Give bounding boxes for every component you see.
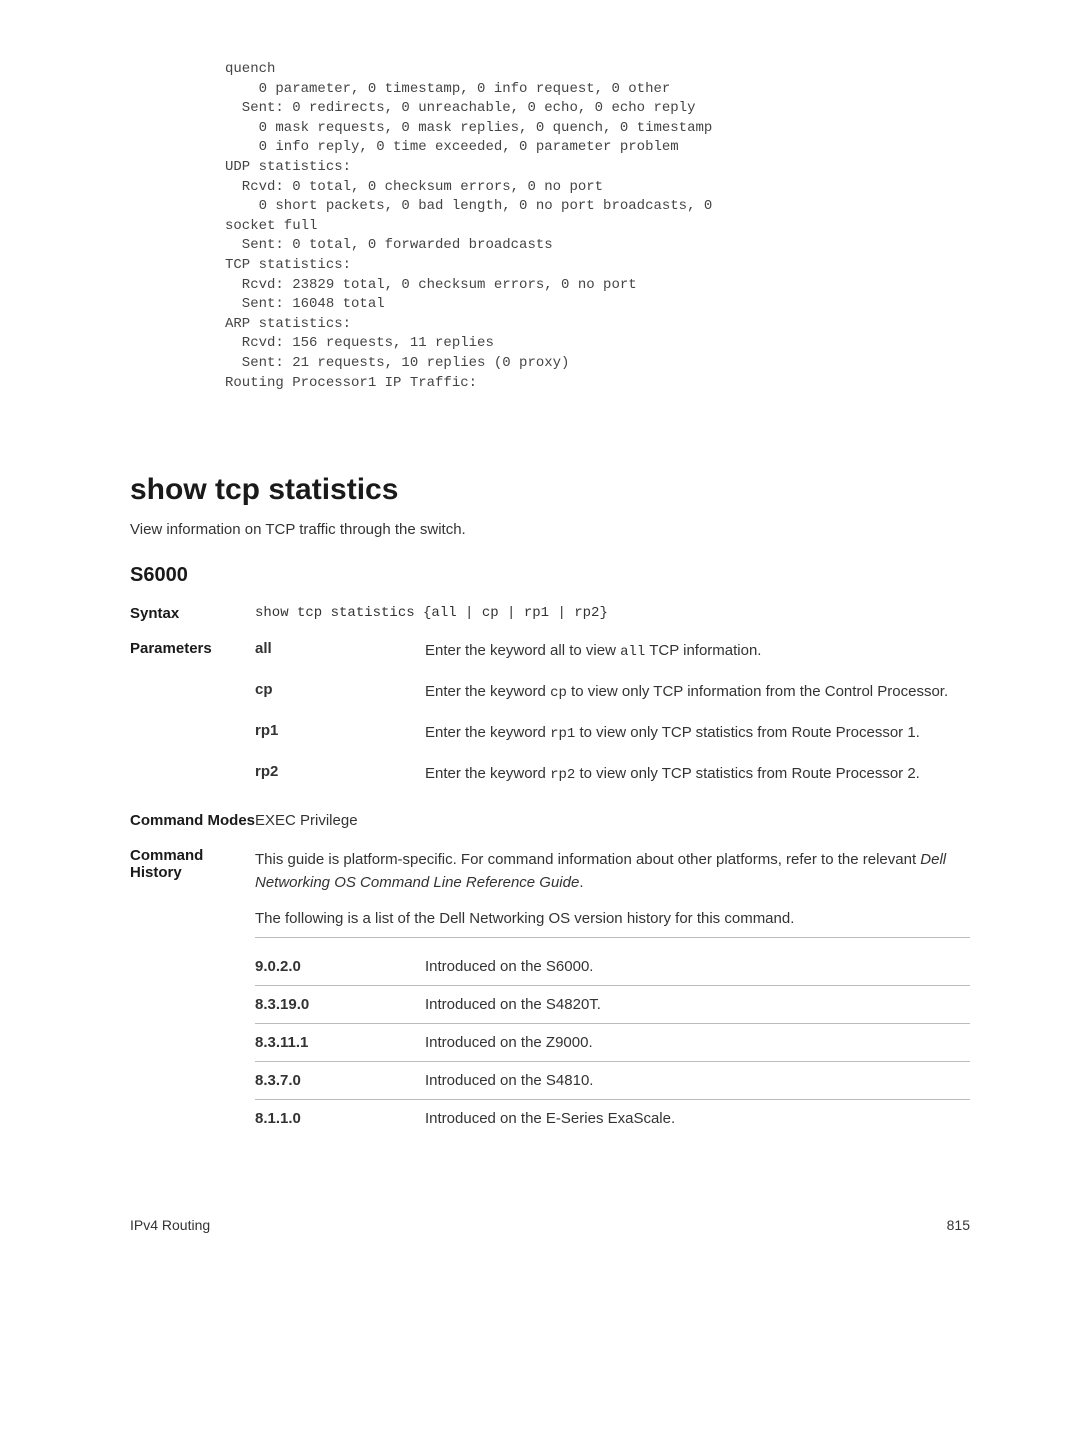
param-row: rp2 Enter the keyword rp2 to view only T… bbox=[255, 763, 970, 786]
param-desc: Enter the keyword all to view all TCP in… bbox=[425, 640, 970, 663]
history-version: 8.3.7.0 bbox=[255, 1072, 425, 1089]
history-desc: Introduced on the S4820T. bbox=[425, 996, 970, 1013]
history-version: 9.0.2.0 bbox=[255, 958, 425, 975]
history-desc: Introduced on the S6000. bbox=[425, 958, 970, 975]
history-version: 8.3.19.0 bbox=[255, 996, 425, 1013]
history-row: 8.3.11.1 Introduced on the Z9000. bbox=[255, 1024, 970, 1062]
param-name: rp2 bbox=[255, 763, 425, 780]
syntax-label: Syntax bbox=[130, 605, 255, 622]
footer-section: IPv4 Routing bbox=[130, 1217, 210, 1233]
history-desc: Introduced on the E-Series ExaScale. bbox=[425, 1110, 970, 1127]
terminal-output: quench 0 parameter, 0 timestamp, 0 info … bbox=[225, 60, 970, 393]
param-name: cp bbox=[255, 681, 425, 698]
param-row: cp Enter the keyword cp to view only TCP… bbox=[255, 681, 970, 704]
history-row: 8.3.19.0 Introduced on the S4820T. bbox=[255, 986, 970, 1024]
history-intro: The following is a list of the Dell Netw… bbox=[255, 910, 970, 938]
param-desc: Enter the keyword cp to view only TCP in… bbox=[425, 681, 970, 704]
param-name: all bbox=[255, 640, 425, 657]
param-name: rp1 bbox=[255, 722, 425, 739]
history-version: 8.1.1.0 bbox=[255, 1110, 425, 1127]
param-row: all Enter the keyword all to view all TC… bbox=[255, 640, 970, 663]
history-desc: Introduced on the Z9000. bbox=[425, 1034, 970, 1051]
model-heading: S6000 bbox=[130, 564, 970, 587]
history-row: 9.0.2.0 Introduced on the S6000. bbox=[255, 948, 970, 986]
history-row: 8.1.1.0 Introduced on the E-Series ExaSc… bbox=[255, 1100, 970, 1137]
history-version: 8.3.11.1 bbox=[255, 1034, 425, 1051]
history-row: 8.3.7.0 Introduced on the S4810. bbox=[255, 1062, 970, 1100]
syntax-value: show tcp statistics {all | cp | rp1 | rp… bbox=[255, 605, 970, 622]
history-desc: Introduced on the S4810. bbox=[425, 1072, 970, 1089]
parameters-label: Parameters bbox=[130, 640, 255, 804]
command-modes-label: Command Modes bbox=[130, 812, 255, 829]
history-note: This guide is platform-specific. For com… bbox=[255, 849, 970, 894]
command-description: View information on TCP traffic through … bbox=[130, 521, 970, 538]
command-history-label: Command History bbox=[130, 847, 255, 1137]
footer-page-number: 815 bbox=[947, 1217, 970, 1233]
command-modes-value: EXEC Privilege bbox=[255, 812, 970, 829]
param-row: rp1 Enter the keyword rp1 to view only T… bbox=[255, 722, 970, 745]
param-desc: Enter the keyword rp1 to view only TCP s… bbox=[425, 722, 970, 745]
param-desc: Enter the keyword rp2 to view only TCP s… bbox=[425, 763, 970, 786]
command-title: show tcp statistics bbox=[130, 473, 970, 507]
